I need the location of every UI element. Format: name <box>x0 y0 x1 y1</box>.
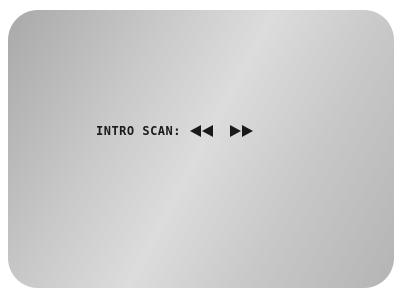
fast-forward-button[interactable] <box>229 123 254 139</box>
tv-screen: INTRO SCAN: <box>8 10 394 288</box>
rewind-button[interactable] <box>189 123 214 139</box>
intro-scan-row: INTRO SCAN: <box>96 121 254 141</box>
intro-scan-label: INTRO SCAN: <box>96 124 181 138</box>
fast-forward-icon <box>229 125 253 137</box>
rewind-icon <box>189 125 213 137</box>
